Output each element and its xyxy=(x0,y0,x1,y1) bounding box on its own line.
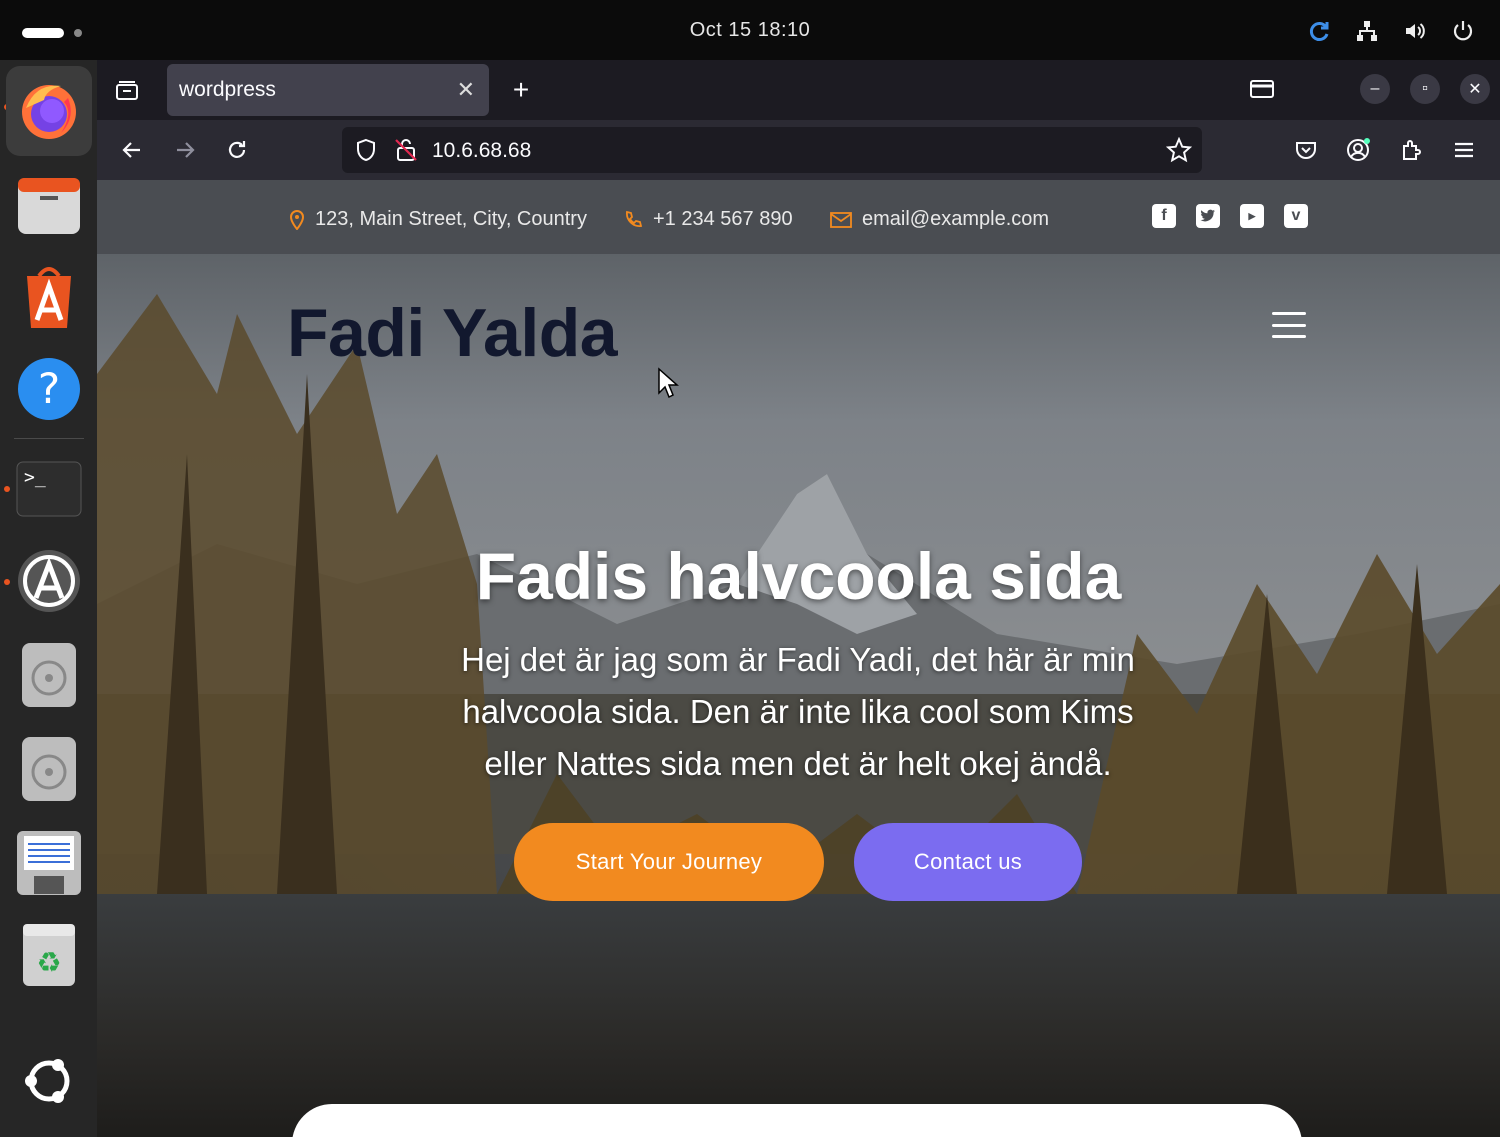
show-apps-button[interactable] xyxy=(16,1048,82,1114)
help-launcher[interactable]: ? xyxy=(16,356,82,422)
svg-text:♻: ♻ xyxy=(36,946,61,979)
email-text[interactable]: email@example.com xyxy=(862,208,1049,231)
app-center-icon xyxy=(27,267,71,328)
address-item: 123, Main Street, City, Country xyxy=(289,208,587,231)
contact-us-button[interactable]: Contact us xyxy=(854,823,1082,901)
hero-title: Fadis halvcoola sida xyxy=(475,539,1122,613)
nav-toolbar: 10.6.68.68 xyxy=(97,120,1500,180)
close-window-button[interactable]: ✕ xyxy=(1460,74,1490,104)
trash-launcher[interactable]: ♻ xyxy=(16,922,82,988)
files-icon xyxy=(18,178,80,234)
facebook-icon[interactable]: f xyxy=(1152,204,1176,228)
shield-icon[interactable] xyxy=(354,138,378,168)
files-launcher[interactable] xyxy=(16,172,82,238)
app-center-launcher[interactable] xyxy=(16,264,82,330)
start-journey-button[interactable]: Start Your Journey xyxy=(514,823,824,901)
system-tray[interactable] xyxy=(1306,18,1476,44)
tab-wordpress[interactable]: wordpress ✕ xyxy=(167,64,489,116)
bookmark-star-icon[interactable] xyxy=(1165,136,1193,169)
youtube-icon[interactable]: ▶ xyxy=(1240,204,1264,228)
hero-section: Fadi Yalda Fadis halvcoola sida Hej det … xyxy=(97,254,1500,1137)
disc-launcher-2[interactable] xyxy=(16,736,82,802)
terminal-icon: >_ xyxy=(16,461,82,517)
firefox-launcher[interactable] xyxy=(6,66,92,156)
contact-info-bar: 123, Main Street, City, Country +1 234 5… xyxy=(97,180,1500,254)
reload-button[interactable] xyxy=(219,132,255,168)
network-icon[interactable] xyxy=(1354,18,1380,44)
desktop: Oct 15 18:10 ? >_ ♻ wordpress ✕ + – ▫ ✕ … xyxy=(0,0,1500,1137)
extensions-icon[interactable] xyxy=(1394,132,1430,168)
insecure-lock-icon[interactable] xyxy=(394,137,418,169)
disc-launcher[interactable] xyxy=(16,642,82,708)
svg-text:>_: >_ xyxy=(24,467,46,488)
power-icon[interactable] xyxy=(1450,18,1476,44)
lake-background xyxy=(97,894,1500,1137)
address-text: 123, Main Street, City, Country xyxy=(315,208,587,230)
refresh-icon[interactable] xyxy=(1306,18,1332,44)
floppy-icon xyxy=(17,831,81,895)
menu-toggle-icon[interactable] xyxy=(1272,312,1306,338)
email-item[interactable]: email@example.com xyxy=(830,208,1049,231)
mail-icon xyxy=(830,211,852,228)
maximize-button[interactable]: ▫ xyxy=(1410,74,1440,104)
site-logo[interactable]: Fadi Yalda xyxy=(287,294,618,372)
running-indicator xyxy=(4,579,10,585)
tab-title: wordpress xyxy=(179,78,276,101)
trash-icon: ♻ xyxy=(23,924,75,986)
close-tab-icon[interactable]: ✕ xyxy=(457,77,475,103)
account-icon[interactable] xyxy=(1341,132,1377,168)
running-indicator xyxy=(4,486,10,492)
map-pin-icon xyxy=(289,209,305,230)
clock[interactable]: Oct 15 18:10 xyxy=(0,19,1500,42)
tab-overview-icon[interactable] xyxy=(109,72,145,108)
vimeo-icon[interactable]: v xyxy=(1284,204,1308,228)
top-bar: Oct 15 18:10 xyxy=(0,0,1500,60)
tab-strip: wordpress ✕ + – ▫ ✕ xyxy=(97,60,1500,120)
dock: ? >_ ♻ xyxy=(0,60,97,1137)
volume-icon[interactable] xyxy=(1402,18,1428,44)
new-tab-button[interactable]: + xyxy=(503,72,539,108)
minimize-button[interactable]: – xyxy=(1360,74,1390,104)
mouse-cursor-icon xyxy=(658,367,679,399)
ubuntu-icon xyxy=(25,1059,70,1103)
pocket-icon[interactable] xyxy=(1288,132,1324,168)
software-updater-icon xyxy=(18,550,80,612)
browser-window: wordpress ✕ + – ▫ ✕ 10.6.68.68 123, Main… xyxy=(97,60,1500,1137)
url-text[interactable]: 10.6.68.68 xyxy=(432,139,531,163)
save-launcher[interactable] xyxy=(16,830,82,896)
phone-text[interactable]: +1 234 567 890 xyxy=(653,208,793,231)
webpage: 123, Main Street, City, Country +1 234 5… xyxy=(97,180,1500,1137)
terminal-launcher[interactable]: >_ xyxy=(16,456,82,522)
firefox-icon xyxy=(22,85,76,139)
phone-icon xyxy=(626,210,643,227)
url-bar[interactable]: 10.6.68.68 xyxy=(342,127,1202,173)
back-button[interactable] xyxy=(114,132,150,168)
svg-text:?: ? xyxy=(38,364,60,413)
twitter-icon[interactable] xyxy=(1196,204,1220,228)
content-card-top xyxy=(292,1104,1302,1137)
app-menu-icon[interactable] xyxy=(1446,132,1482,168)
software-updater-launcher[interactable] xyxy=(16,548,82,614)
disc-icon xyxy=(22,737,76,801)
help-icon: ? xyxy=(18,358,80,420)
phone-item[interactable]: +1 234 567 890 xyxy=(623,208,793,231)
dock-separator xyxy=(14,438,84,439)
list-all-tabs-icon[interactable] xyxy=(1244,71,1280,107)
hero-text: Hej det är jag som är Fadi Yadi, det här… xyxy=(461,641,1135,782)
forward-button[interactable] xyxy=(167,132,203,168)
disc-icon xyxy=(22,643,76,707)
